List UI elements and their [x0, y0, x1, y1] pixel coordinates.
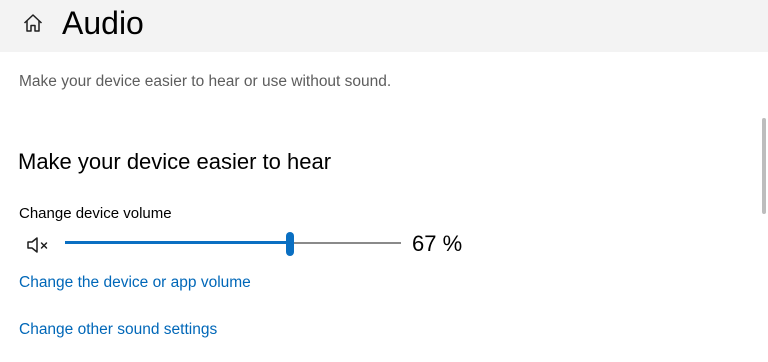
volume-slider-thumb[interactable] [286, 232, 294, 256]
volume-label: Change device volume [19, 205, 172, 222]
page-header: Audio [0, 0, 768, 52]
mute-button[interactable] [26, 234, 56, 256]
page-title: Audio [62, 5, 144, 41]
home-icon [22, 12, 44, 39]
volume-slider-fill [65, 241, 290, 244]
home-button[interactable] [18, 10, 48, 40]
volume-value: 67 % [412, 231, 463, 256]
volume-slider[interactable] [65, 232, 401, 256]
speaker-muted-icon [26, 237, 56, 260]
scrollbar-thumb[interactable] [762, 118, 766, 214]
settings-page: Audio Make your device easier to hear or… [0, 0, 768, 362]
page-description: Make your device easier to hear or use w… [19, 73, 392, 90]
section-heading: Make your device easier to hear [18, 149, 332, 174]
scrollbar[interactable] [758, 52, 768, 362]
other-sound-settings-link[interactable]: Change other sound settings [19, 320, 217, 340]
change-app-volume-link[interactable]: Change the device or app volume [19, 273, 251, 293]
